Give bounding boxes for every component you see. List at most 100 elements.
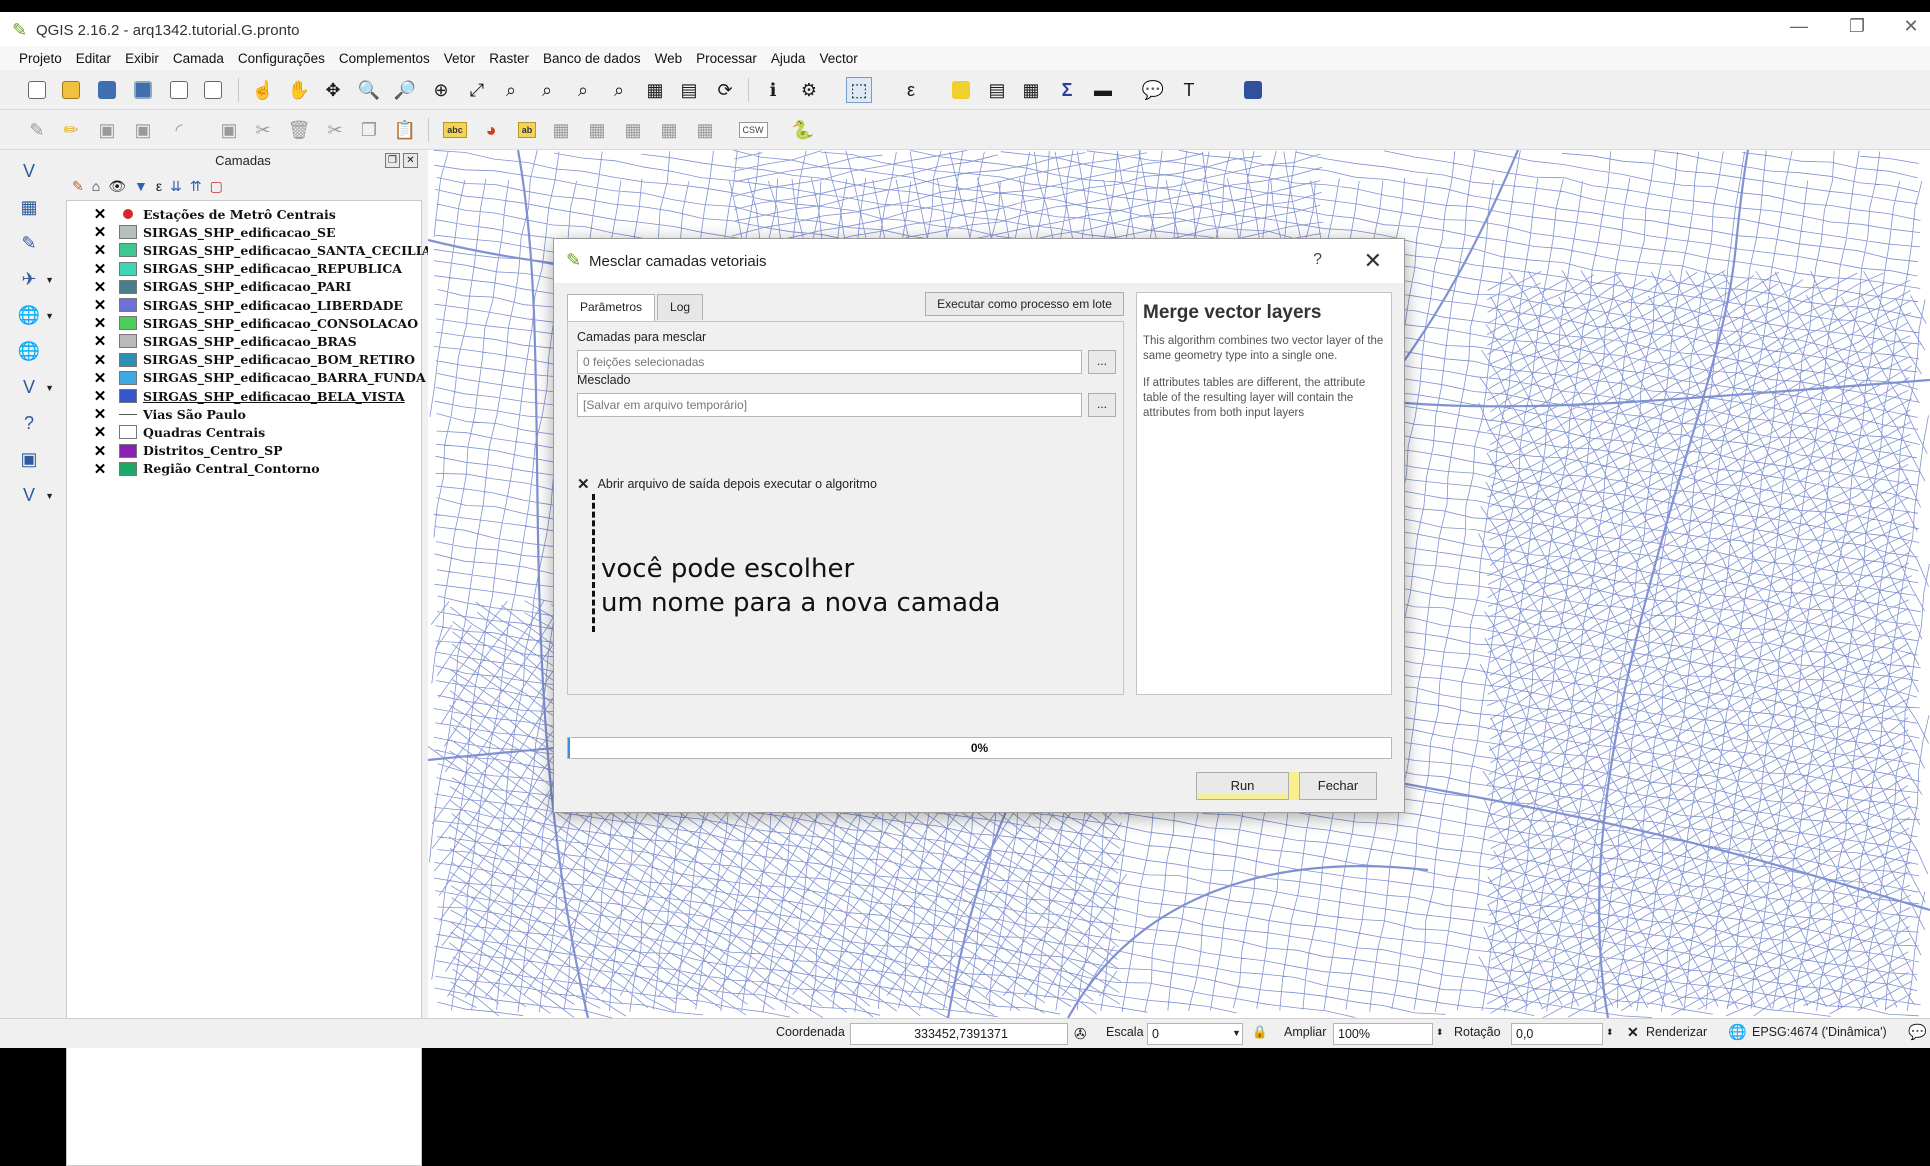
layer-row[interactable]: ✕ SIRGAS_SHP_edificacao_BELA_VISTA — [67, 387, 405, 405]
menu-processar[interactable]: Processar — [689, 51, 764, 66]
pan-to-selection-icon[interactable]: ✥ — [320, 77, 346, 103]
add-wfs-layer-icon[interactable]: V ▼ — [14, 372, 54, 402]
diagram-icon[interactable]: ◕ — [478, 117, 504, 143]
measure-icon[interactable]: ▬ — [1090, 77, 1116, 103]
statistics-icon[interactable]: Σ — [1054, 77, 1080, 103]
magnifier-field[interactable]: 100% — [1333, 1023, 1433, 1045]
rotation-spinner-icon[interactable]: ⬍ — [1606, 1027, 1614, 1038]
help-button[interactable]: ? — [1313, 251, 1322, 269]
save-edits-icon[interactable]: ▣ — [94, 117, 120, 143]
menu-projeto[interactable]: Projeto — [12, 51, 69, 66]
layer-row[interactable]: ✕ SIRGAS_SHP_edificacao_CONSOLACAO — [67, 314, 418, 332]
pan-map-icon[interactable]: ✋ — [286, 77, 312, 103]
new-bookmark-icon[interactable]: ▤ — [676, 77, 702, 103]
new-shapefile-icon[interactable]: ▣ — [14, 444, 44, 474]
python-console-icon[interactable]: 🐍 — [790, 117, 816, 143]
new-project-icon[interactable] — [24, 77, 50, 103]
touch-zoom-icon[interactable]: ☝ — [250, 77, 276, 103]
attribute-table-icon[interactable]: ▤ — [984, 77, 1010, 103]
layer-row[interactable]: ✕ SIRGAS_SHP_edificacao_SANTA_CECILIA — [67, 241, 432, 259]
filter-legend-icon[interactable]: ▼ — [134, 178, 148, 194]
menu-web[interactable]: Web — [648, 51, 690, 66]
scale-dropdown-icon[interactable]: ▼ — [1232, 1028, 1241, 1038]
add-vector-layer-icon[interactable]: V — [14, 156, 44, 186]
csw-icon[interactable]: CSW — [738, 117, 768, 143]
add-feature-icon[interactable]: ▣ — [130, 117, 156, 143]
expand-all-icon[interactable]: ⇊ — [170, 178, 182, 195]
pin-labels-icon[interactable]: ab — [514, 117, 540, 143]
crs-status[interactable]: EPSG:4674 ('Dinâmica') — [1752, 1025, 1887, 1039]
layer-visibility-checkbox[interactable]: ✕ — [93, 332, 107, 350]
paste-features-icon[interactable]: 📋 — [392, 117, 418, 143]
minimize-button[interactable]: — — [1780, 16, 1818, 40]
node-tool-icon[interactable]: ✂ — [250, 117, 276, 143]
remove-layer-icon[interactable]: ▢ — [210, 178, 223, 195]
show-hide-labels-icon[interactable]: ▦ — [548, 117, 574, 143]
menu-banco-de-dados[interactable]: Banco de dados — [536, 51, 648, 66]
rotate-label-icon[interactable]: ▦ — [620, 117, 646, 143]
select-by-expression-icon[interactable]: ε — [898, 77, 924, 103]
zoom-next-icon[interactable]: ⌕ — [606, 77, 632, 103]
layer-visibility-checkbox[interactable]: ✕ — [93, 296, 107, 314]
add-wms-layer-icon[interactable]: 🌐 ▼ — [14, 300, 54, 330]
float-panel-icon[interactable]: ❐ — [385, 153, 400, 168]
add-virtual-layer-icon[interactable]: ? — [14, 408, 44, 438]
new-print-composer-icon[interactable] — [166, 77, 192, 103]
layer-row[interactable]: ✕ Distritos_Centro_SP — [67, 442, 283, 460]
scale-field[interactable]: 0 — [1147, 1023, 1243, 1045]
layer-row[interactable]: ✕ SIRGAS_SHP_edificacao_BARRA_FUNDA — [67, 369, 426, 387]
open-output-checkbox[interactable]: ✕ Abrir arquivo de saída depois executar… — [577, 475, 877, 493]
zoom-to-selection-icon[interactable]: ⌕ — [498, 77, 524, 103]
filter-expression-icon[interactable]: ε — [156, 178, 162, 194]
composer-manager-icon[interactable] — [200, 77, 226, 103]
copy-features-icon[interactable]: ❐ — [356, 117, 382, 143]
lock-scale-icon[interactable]: 🔒 — [1252, 1025, 1268, 1040]
new-map-view-icon[interactable]: ▦ — [642, 77, 668, 103]
magnifier-spinner-icon[interactable]: ⬍ — [1436, 1027, 1444, 1038]
batch-process-button[interactable]: Executar como processo em lote — [925, 292, 1124, 316]
layer-row[interactable]: ✕ Vias São Paulo — [67, 405, 246, 423]
zoom-to-layer-icon[interactable]: ⌕ — [534, 77, 560, 103]
add-spatialite-icon[interactable]: ✈ ▼ — [14, 264, 54, 294]
move-feature-icon[interactable]: ▣ — [216, 117, 242, 143]
window-close-button[interactable]: ✕ — [1892, 16, 1930, 40]
close-icon[interactable]: ✕ — [1364, 248, 1382, 274]
input-layers-field[interactable]: 0 feições selecionadas — [577, 350, 1082, 374]
zoom-last-icon[interactable]: ⌕ — [570, 77, 596, 103]
add-group-icon[interactable]: ⌂ — [92, 178, 100, 194]
layer-row[interactable]: ✕ SIRGAS_SHP_edificacao_REPUBLICA — [67, 260, 402, 278]
toggle-editing-icon[interactable]: ✏ — [58, 117, 84, 143]
coordinate-field[interactable]: 333452,7391371 — [850, 1023, 1068, 1045]
label-properties-icon[interactable]: ▦ — [692, 117, 718, 143]
menu-exibir[interactable]: Exibir — [118, 51, 166, 66]
open-project-icon[interactable] — [58, 77, 84, 103]
field-calculator-icon[interactable]: ▦ — [1018, 77, 1044, 103]
close-button[interactable]: Fechar — [1299, 772, 1377, 800]
style-manager-icon[interactable]: ✎ — [72, 178, 84, 195]
close-panel-icon[interactable]: ✕ — [403, 153, 418, 168]
move-label-icon[interactable]: ▦ — [584, 117, 610, 143]
layer-visibility-checkbox[interactable]: ✕ — [93, 205, 107, 223]
run-button[interactable]: Run — [1196, 772, 1289, 800]
change-label-icon[interactable]: ▦ — [656, 117, 682, 143]
add-circular-string-icon[interactable]: ◜ — [166, 117, 192, 143]
crs-globe-icon[interactable]: 🌐 — [1728, 1023, 1747, 1041]
layer-row[interactable]: ✕ Estações de Metrô Centrais — [67, 205, 336, 223]
output-file-field[interactable]: [Salvar em arquivo temporário] — [577, 393, 1082, 417]
zoom-out-icon[interactable]: 🔎 — [392, 77, 418, 103]
add-raster-layer-icon[interactable]: ▦ — [14, 192, 44, 222]
layer-row[interactable]: ✕ SIRGAS_SHP_edificacao_SE — [67, 223, 336, 241]
refresh-icon[interactable]: ⟳ — [712, 77, 738, 103]
tab-log[interactable]: Log — [657, 294, 704, 320]
select-features-icon[interactable]: ⬚ — [846, 77, 872, 103]
cut-features-icon[interactable]: ✂ — [322, 117, 348, 143]
zoom-native-icon[interactable]: ⊕ — [428, 77, 454, 103]
layer-visibility-checkbox[interactable]: ✕ — [93, 260, 107, 278]
save-project-icon[interactable] — [94, 77, 120, 103]
new-layer-icon[interactable]: V ▼ — [14, 480, 54, 510]
layer-visibility-checkbox[interactable]: ✕ — [93, 351, 107, 369]
menu-camada[interactable]: Camada — [166, 51, 231, 66]
layer-row[interactable]: ✕ SIRGAS_SHP_edificacao_PARI — [67, 278, 352, 296]
menu-ajuda[interactable]: Ajuda — [764, 51, 813, 66]
toggle-extents-icon[interactable]: ✇ — [1074, 1025, 1087, 1043]
